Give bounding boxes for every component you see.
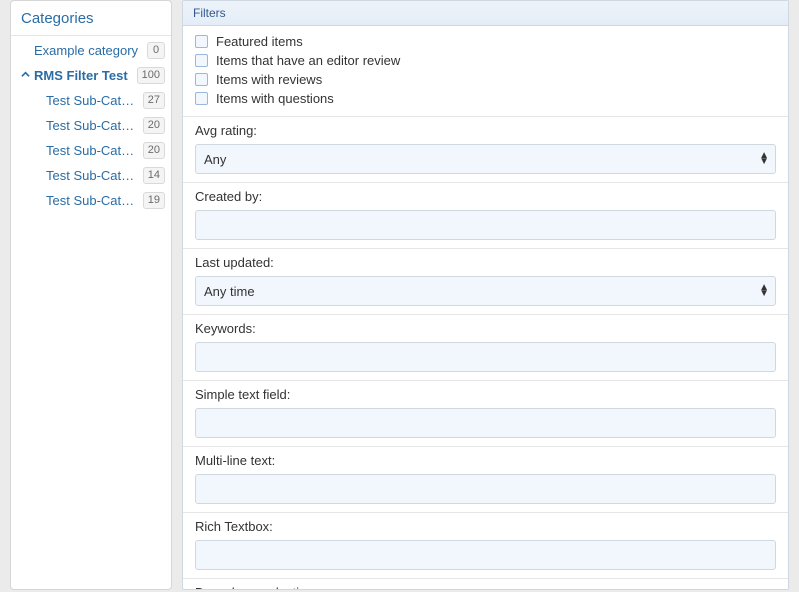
subcategory-label: Test Sub-Category 1	[46, 93, 139, 108]
keywords-input[interactable]	[195, 342, 776, 372]
subcategory-item[interactable]: Test Sub-Category 5 19	[23, 188, 171, 213]
flag-editor-review[interactable]: Items that have an editor review	[195, 51, 776, 70]
rich-text-section: Rich Textbox:	[183, 513, 788, 579]
filters-panel-title: Filters	[183, 1, 788, 26]
created-by-label: Created by:	[195, 189, 776, 204]
checkbox-icon[interactable]	[195, 54, 208, 67]
filter-flags-section: Featured items Items that have an editor…	[183, 26, 788, 117]
count-badge: 20	[143, 117, 165, 134]
count-badge: 100	[137, 67, 165, 84]
dropdown-selection-label: Drop-down selection:	[195, 585, 776, 589]
filters-panel: Filters Featured items Items that have a…	[182, 0, 789, 590]
keywords-section: Keywords:	[183, 315, 788, 381]
category-label: Example category	[34, 43, 143, 58]
category-item-example[interactable]: Example category 0	[11, 38, 171, 63]
category-item-rms-filter-test[interactable]: RMS Filter Test 100	[11, 63, 171, 88]
flag-questions[interactable]: Items with questions	[195, 89, 776, 108]
count-badge: 0	[147, 42, 165, 59]
count-badge: 19	[143, 192, 165, 209]
subcategory-item[interactable]: Test Sub-Category 4 14	[23, 163, 171, 188]
last-updated-label: Last updated:	[195, 255, 776, 270]
count-badge: 14	[143, 167, 165, 184]
multiline-label: Multi-line text:	[195, 453, 776, 468]
categories-list: Example category 0 RMS Filter Test 100 T…	[11, 36, 171, 217]
select-caret-icon: ▲▼	[759, 285, 767, 297]
created-by-section: Created by:	[183, 183, 788, 249]
select-caret-icon: ▲▼	[759, 153, 767, 165]
dropdown-selection-section: Drop-down selection: Option 1 value 49 O…	[183, 579, 788, 589]
keywords-label: Keywords:	[195, 321, 776, 336]
last-updated-section: Last updated: Any time ▲▼	[183, 249, 788, 315]
avg-rating-select[interactable]: Any ▲▼	[195, 144, 776, 174]
count-badge: 27	[143, 92, 165, 109]
checkbox-icon[interactable]	[195, 92, 208, 105]
flag-reviews[interactable]: Items with reviews	[195, 70, 776, 89]
subcategory-item[interactable]: Test Sub-Category 1 27	[23, 88, 171, 113]
simple-text-input[interactable]	[195, 408, 776, 438]
categories-title: Categories	[11, 1, 171, 36]
last-updated-value: Any time	[204, 284, 255, 299]
checkbox-icon[interactable]	[195, 35, 208, 48]
category-label: RMS Filter Test	[34, 68, 133, 83]
chevron-up-icon	[21, 70, 31, 82]
count-badge: 20	[143, 142, 165, 159]
created-by-input[interactable]	[195, 210, 776, 240]
subcategory-label: Test Sub-Category 2	[46, 118, 139, 133]
subcategory-item[interactable]: Test Sub-Category 2 20	[23, 113, 171, 138]
checkbox-icon[interactable]	[195, 73, 208, 86]
last-updated-select[interactable]: Any time ▲▼	[195, 276, 776, 306]
rich-text-input[interactable]	[195, 540, 776, 570]
filters-body: Featured items Items that have an editor…	[183, 26, 788, 589]
avg-rating-section: Avg rating: Any ▲▼	[183, 117, 788, 183]
subcategory-list: Test Sub-Category 1 27 Test Sub-Category…	[11, 88, 171, 213]
simple-text-section: Simple text field:	[183, 381, 788, 447]
subcategory-label: Test Sub-Category 3	[46, 143, 139, 158]
avg-rating-label: Avg rating:	[195, 123, 776, 138]
multiline-section: Multi-line text:	[183, 447, 788, 513]
subcategory-label: Test Sub-Category 4	[46, 168, 139, 183]
rich-text-label: Rich Textbox:	[195, 519, 776, 534]
categories-panel: Categories Example category 0 RMS Filter…	[10, 0, 172, 590]
subcategory-item[interactable]: Test Sub-Category 3 20	[23, 138, 171, 163]
flag-featured[interactable]: Featured items	[195, 32, 776, 51]
multiline-input[interactable]	[195, 474, 776, 504]
subcategory-label: Test Sub-Category 5	[46, 193, 139, 208]
avg-rating-value: Any	[204, 152, 226, 167]
simple-text-label: Simple text field:	[195, 387, 776, 402]
